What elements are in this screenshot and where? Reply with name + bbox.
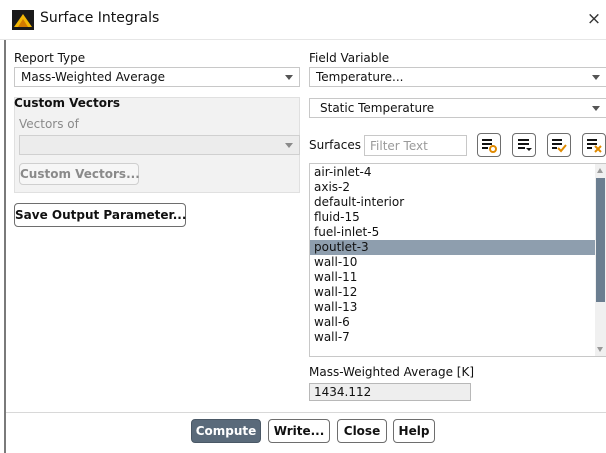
vectors-of-label: Vectors of [19,117,79,131]
write-button[interactable]: Write... [268,419,330,443]
window-title: Surface Integrals [40,10,160,26]
close-button[interactable]: Close [337,419,387,443]
chevron-down-icon [285,75,293,80]
list-item[interactable]: wall-12 [310,285,600,300]
list-item[interactable]: air-inlet-4 [310,165,600,180]
surfaces-list[interactable]: air-inlet-4 axis-2 default-interior flui… [309,163,606,357]
result-value: 1434.112 [309,383,471,401]
deselect-button[interactable] [582,133,606,157]
chevron-down-icon [592,106,600,111]
field-variable-dropdown[interactable]: Static Temperature [309,98,606,118]
help-button[interactable]: Help [393,419,435,443]
chevron-down-icon [592,75,600,80]
list-item[interactable]: wall-11 [310,270,600,285]
list-item[interactable]: wall-10 [310,255,600,270]
surfaces-filter-input[interactable] [364,135,467,156]
title-bar: Surface Integrals × [0,0,606,40]
field-variable-value: Static Temperature [320,101,435,115]
scroll-up-icon[interactable] [597,168,603,173]
close-icon[interactable]: × [585,9,603,29]
surfaces-scrollbar[interactable] [595,164,606,356]
select-all-icon [482,139,497,153]
custom-vectors-button[interactable]: Custom Vectors... [19,163,140,185]
list-item[interactable]: wall-6 [310,315,600,330]
report-type-dropdown[interactable]: Mass-Weighted Average [14,67,300,87]
report-type-label: Report Type [14,51,86,65]
list-item[interactable]: wall-13 [310,300,600,315]
list-item[interactable]: fluid-15 [310,210,600,225]
deselect-icon [587,139,602,153]
custom-vectors-heading: Custom Vectors [14,96,121,110]
surfaces-label: Surfaces [309,138,361,152]
list-item[interactable]: wall-7 [310,330,600,345]
field-variable-category-dropdown[interactable]: Temperature... [309,67,606,87]
select-selected-icon [552,139,567,153]
result-label: Mass-Weighted Average [K] [309,365,474,379]
select-selected-button[interactable] [547,133,571,157]
list-item[interactable]: axis-2 [310,180,600,195]
deselect-all-button[interactable] [512,133,536,157]
field-variable-label: Field Variable [309,51,390,65]
list-item[interactable]: fuel-inlet-5 [310,225,600,240]
list-item[interactable]: poutlet-3 [310,240,600,255]
save-output-parameter-button[interactable]: Save Output Parameter... [14,203,186,227]
select-all-button[interactable] [477,133,501,157]
report-type-value: Mass-Weighted Average [21,70,165,84]
chevron-down-icon [285,143,293,148]
divider [6,412,606,413]
vectors-of-dropdown[interactable] [19,135,300,155]
deselect-all-icon [518,139,532,151]
field-variable-category-value: Temperature... [316,70,404,84]
list-item[interactable]: default-interior [310,195,600,210]
fluent-app-icon [12,10,34,30]
compute-button[interactable]: Compute [191,419,261,443]
scroll-down-icon[interactable] [597,347,603,352]
scrollbar-thumb[interactable] [596,178,605,302]
